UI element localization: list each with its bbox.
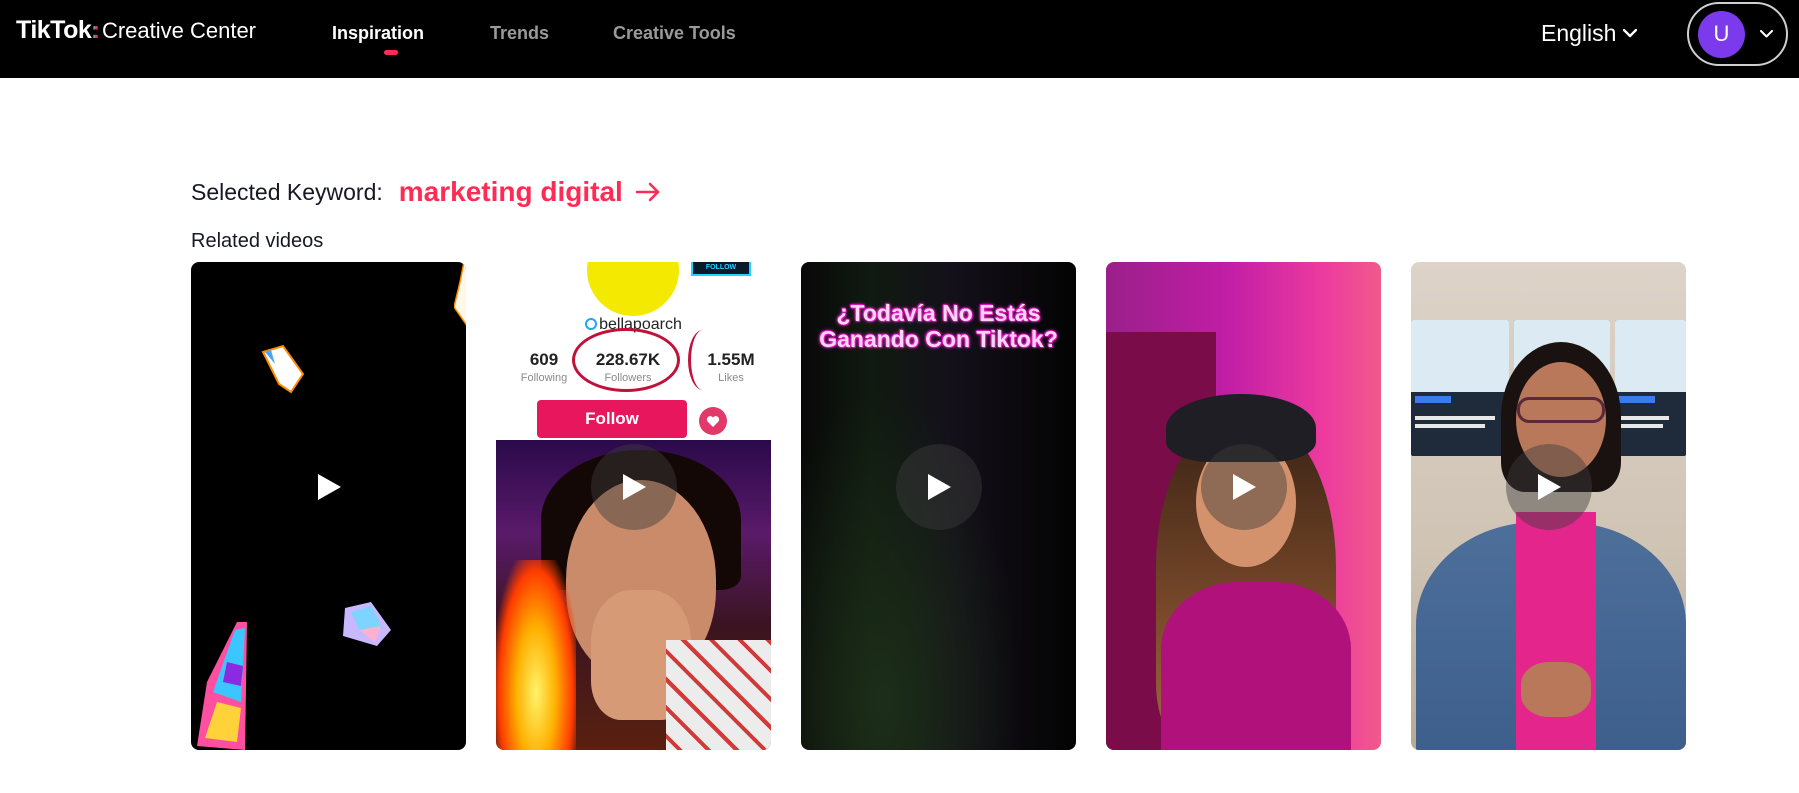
following-count: 609 — [529, 350, 559, 369]
selected-keyword-row: Selected Keyword: marketing digital — [191, 176, 661, 208]
active-tab-indicator — [384, 50, 398, 55]
video-card-1[interactable] — [191, 262, 466, 750]
play-icon — [1233, 474, 1256, 500]
avatar: U — [1698, 10, 1745, 58]
related-videos-heading: Related videos — [191, 230, 324, 252]
play-button[interactable] — [1506, 444, 1592, 530]
thumbnail-shape — [1415, 424, 1485, 428]
logo-separator: : — [92, 17, 100, 43]
selected-keyword-value: marketing digital — [398, 176, 623, 207]
thumbnail-shape — [1619, 416, 1669, 420]
play-icon — [623, 474, 646, 500]
video-card-4[interactable] — [1106, 262, 1381, 750]
thumbnail-shape — [1619, 396, 1655, 403]
keyword-link[interactable]: marketing digital — [399, 176, 661, 208]
video-card-2[interactable]: FOLLOW bellapoarch 609 Following 228.67K… — [496, 262, 771, 750]
thumbnail-shape — [1615, 320, 1686, 392]
course-thumbnail — [1615, 320, 1686, 456]
logo-product-text: Creative Center — [101, 18, 257, 43]
verified-icon — [585, 318, 598, 330]
language-label: English — [1541, 20, 1617, 46]
tab-trends[interactable]: Trends — [490, 23, 549, 44]
video-thumbnail-fragment — [341, 600, 393, 653]
video-card-5[interactable] — [1411, 262, 1686, 750]
tab-creative-tools[interactable]: Creative Tools — [613, 23, 736, 44]
play-button[interactable] — [591, 444, 677, 530]
video-caption-overlay: ¿Todavía No Estás Ganando Con Tiktok? — [819, 300, 1058, 352]
following-stat: 609 Following — [514, 350, 574, 384]
profile-screenshot-overlay: FOLLOW bellapoarch 609 Following 228.67K… — [496, 262, 771, 440]
play-button[interactable] — [896, 444, 982, 530]
follow-button-graphic: Follow — [537, 400, 687, 438]
thumbnail-shape — [1517, 397, 1605, 423]
thumbnail-shape — [1415, 396, 1451, 403]
video-thumbnail-fragment — [261, 344, 309, 399]
video-thumbnail-fragment — [197, 622, 247, 750]
thumbnail-shape — [496, 560, 576, 750]
play-icon — [1538, 474, 1561, 500]
play-button[interactable] — [1201, 444, 1287, 530]
play-button[interactable] — [286, 444, 372, 530]
play-icon — [318, 474, 341, 500]
profile-avatar-image — [587, 262, 679, 316]
logo-brand-text: TikTok — [16, 16, 92, 44]
chevron-down-icon — [1623, 29, 1638, 38]
language-selector[interactable]: English — [1541, 20, 1638, 47]
arrow-right-icon — [635, 182, 660, 202]
thumbnail-shape — [1415, 416, 1495, 420]
video-thumbnail-fragment — [453, 262, 466, 332]
selected-keyword-label: Selected Keyword: — [191, 178, 383, 205]
follow-tag: FOLLOW — [691, 262, 751, 276]
thumbnail-shape — [1521, 662, 1591, 717]
chevron-down-icon — [1760, 30, 1773, 38]
tiktok-creative-center-logo[interactable]: TikTok : Creative Center — [16, 16, 256, 45]
following-label: Following — [520, 372, 568, 384]
thumbnail-shape — [1411, 320, 1509, 392]
thumbnail-shape — [1161, 582, 1351, 750]
course-thumbnail — [1411, 320, 1509, 456]
thumbnail-shape — [1619, 424, 1663, 428]
top-navigation-bar: TikTok : Creative Center Inspiration Tre… — [0, 0, 1799, 78]
heart-icon — [699, 407, 727, 435]
play-icon — [928, 474, 951, 500]
highlight-arc — [688, 330, 718, 390]
user-menu-button[interactable]: U — [1687, 2, 1788, 66]
thumbnail-shape — [666, 640, 771, 750]
video-card-3[interactable]: ¿Todavía No Estás Ganando Con Tiktok? — [801, 262, 1076, 750]
highlight-circle — [572, 328, 680, 392]
tab-inspiration[interactable]: Inspiration — [332, 23, 424, 44]
